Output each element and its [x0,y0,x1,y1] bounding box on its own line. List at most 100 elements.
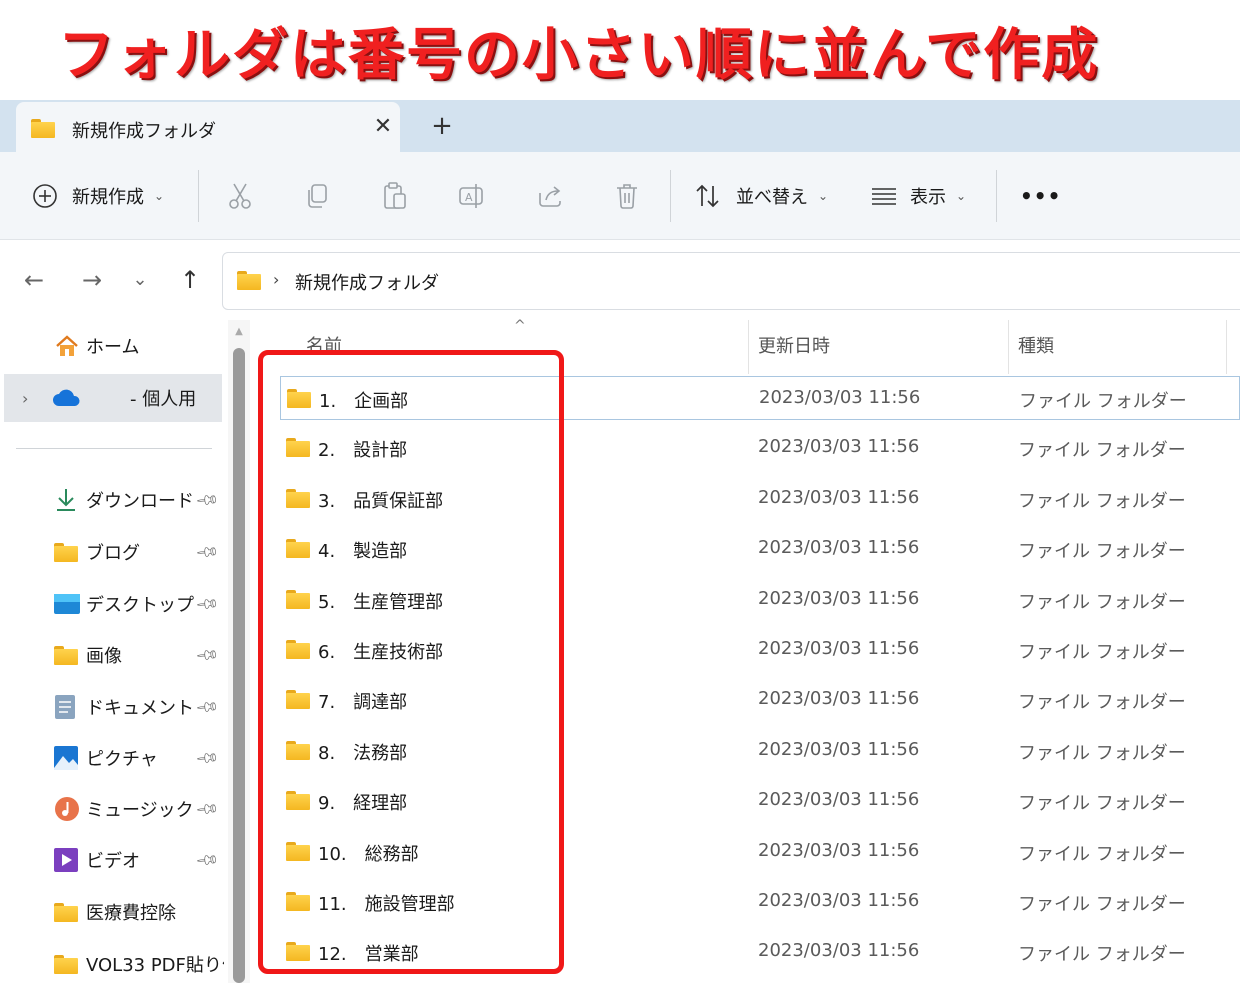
more-options-button[interactable]: ••• [1020,152,1061,240]
breadcrumb-separator: › [273,270,280,289]
pin-icon[interactable]: 📌︎ [194,796,220,822]
file-date: 2023/03/03 11:56 [758,638,920,659]
folder-icon [286,942,310,962]
column-divider[interactable] [1226,320,1227,374]
sidebar-item-videos[interactable]: ビデオ 📌︎ [0,838,224,882]
file-name[interactable]: 1. 企画部 [319,387,408,413]
file-type: ファイル フォルダー [1018,440,1186,462]
folder-icon [286,841,310,861]
file-name[interactable]: 4. 製造部 [318,537,407,563]
copy-button[interactable] [304,152,330,240]
new-button[interactable]: 新規作成 ⌄ [32,152,164,240]
back-button[interactable]: ← [18,262,50,298]
pin-icon[interactable]: 📌︎ [194,591,220,617]
table-row[interactable]: 9. 経理部 2023/03/03 11:56 ファイル フォルダー [280,779,1240,823]
sidebar-item-onedrive[interactable]: › - 個人用 [4,374,222,422]
close-tab-button[interactable]: ✕ [370,112,396,142]
scroll-up-arrow-icon[interactable]: ▲ [233,326,245,338]
sidebar-item-downloads[interactable]: ダウンロード 📌︎ [0,478,224,522]
table-row[interactable]: 7. 調達部 2023/03/03 11:56 ファイル フォルダー [280,678,1240,722]
up-button[interactable]: ↑ [174,262,206,298]
sidebar-item-label: - 個人用 [130,389,197,410]
cut-button[interactable] [226,152,254,240]
rename-button[interactable]: A [458,152,488,240]
copy-icon [308,184,327,208]
toolbar-divider [198,170,199,222]
delete-button[interactable] [614,152,640,240]
column-header-type[interactable]: 種類 [1018,332,1054,358]
paste-button[interactable] [382,152,408,240]
folder-icon [54,902,78,922]
scrollbar-thumb[interactable] [233,348,245,983]
forward-button[interactable]: → [76,262,108,298]
column-divider[interactable] [1008,320,1009,374]
sidebar-item-vol33[interactable]: VOL33 PDF貼り付 [0,942,224,983]
table-row[interactable]: 6. 生産技術部 2023/03/03 11:56 ファイル フォルダー [280,628,1240,672]
sidebar-item-documents[interactable]: ドキュメント 📌︎ [0,685,224,729]
column-header-date[interactable]: 更新日時 [758,332,830,358]
file-name[interactable]: 7. 調達部 [318,688,407,714]
file-type: ファイル フォルダー [1018,692,1186,714]
file-name[interactable]: 12. 営業部 [318,940,419,966]
folder-icon [287,389,311,408]
sidebar-item-images[interactable]: 画像 📌︎ [0,633,224,677]
recent-locations-button[interactable]: ⌄ [124,262,156,298]
share-button[interactable] [536,152,564,240]
sort-button[interactable]: 並べ替え ⌄ [694,152,828,240]
file-name[interactable]: 11. 施設管理部 [318,890,455,916]
video-icon [54,848,78,872]
tab-title: 新規作成フォルダ [72,121,216,142]
sidebar-item-pictures[interactable]: ピクチャ 📌︎ [0,736,224,780]
folder-icon [54,645,78,665]
clipboard-icon [384,182,406,209]
table-row[interactable]: 3. 品質保証部 2023/03/03 11:56 ファイル フォルダー [280,477,1240,521]
file-name[interactable]: 3. 品質保証部 [318,487,443,513]
chevron-down-icon: ⌄ [154,189,165,203]
table-row[interactable]: 2. 設計部 2023/03/03 11:56 ファイル フォルダー [280,426,1240,470]
sidebar-item-desktop[interactable]: デスクトップ 📌︎ [0,582,224,626]
sidebar-item-label: ミュージック [86,800,194,821]
table-row[interactable]: 1. 企画部 2023/03/03 11:56 ファイル フォルダー [280,376,1240,420]
file-name[interactable]: 9. 経理部 [318,789,407,815]
breadcrumb-current[interactable]: 新規作成フォルダ [295,269,439,295]
view-button[interactable]: 表示 ⌄ [870,152,966,240]
column-divider[interactable] [748,320,749,374]
table-row[interactable]: 8. 法務部 2023/03/03 11:56 ファイル フォルダー [280,729,1240,773]
file-name[interactable]: 10. 総務部 [318,840,419,866]
new-tab-button[interactable]: + [428,110,456,142]
navigation-pane: ホーム › - 個人用 ダウンロード 📌︎ ブログ 📌︎ デスクトップ 📌︎ 画… [0,320,228,983]
file-date: 2023/03/03 11:56 [758,587,920,609]
file-list: ^ 名前 更新日時 種類 1. 企画部 2023/03/03 11:56 ファイル … [250,318,1240,983]
table-row[interactable]: 11. 施設管理部 2023/03/03 11:56 ファイル フォルダー [280,880,1240,924]
table-row[interactable]: 4. 製造部 2023/03/03 11:56 ファイル フォルダー [280,527,1240,571]
pin-icon[interactable]: 📌︎ [194,487,220,513]
pin-icon[interactable]: 📌︎ [194,847,220,873]
sidebar-item-music[interactable]: ミュージック 📌︎ [0,787,224,831]
file-name[interactable]: 6. 生産技術部 [318,638,443,664]
file-name[interactable]: 5. 生産管理部 [318,588,443,614]
sidebar-item-medical[interactable]: 医療費控除 [0,890,224,934]
sidebar-scrollbar[interactable]: ▲ [228,320,250,983]
file-name[interactable]: 8. 法務部 [318,739,407,765]
file-date: 2023/03/03 11:56 [758,738,920,760]
sidebar-item-home[interactable]: ホーム [0,324,224,368]
sidebar-item-blog[interactable]: ブログ 📌︎ [0,530,224,574]
tab-new-folder[interactable]: 新規作成フォルダ ✕ [16,102,400,152]
expand-chevron-icon[interactable]: › [22,389,28,408]
sidebar-item-label: ピクチャ [86,749,158,770]
file-date: 2023/03/03 11:56 [758,890,920,911]
pin-icon[interactable]: 📌︎ [194,539,220,565]
address-bar[interactable]: › 新規作成フォルダ [222,252,1240,310]
folder-icon [54,542,78,562]
file-name[interactable]: 2. 設計部 [318,436,407,462]
sidebar-item-label: VOL33 PDF貼り付 [86,955,224,976]
column-header-name[interactable]: 名前 [306,332,342,358]
pin-icon[interactable]: 📌︎ [194,694,220,720]
pin-icon[interactable]: 📌︎ [194,642,220,668]
folder-icon [286,438,310,458]
folder-icon [286,690,310,710]
table-row[interactable]: 5. 生産管理部 2023/03/03 11:56 ファイル フォルダー [280,578,1240,622]
table-row[interactable]: 12. 営業部 2023/03/03 11:56 ファイル フォルダー [280,930,1240,974]
table-row[interactable]: 10. 総務部 2023/03/03 11:56 ファイル フォルダー [280,830,1240,874]
pin-icon[interactable]: 📌︎ [194,745,220,771]
